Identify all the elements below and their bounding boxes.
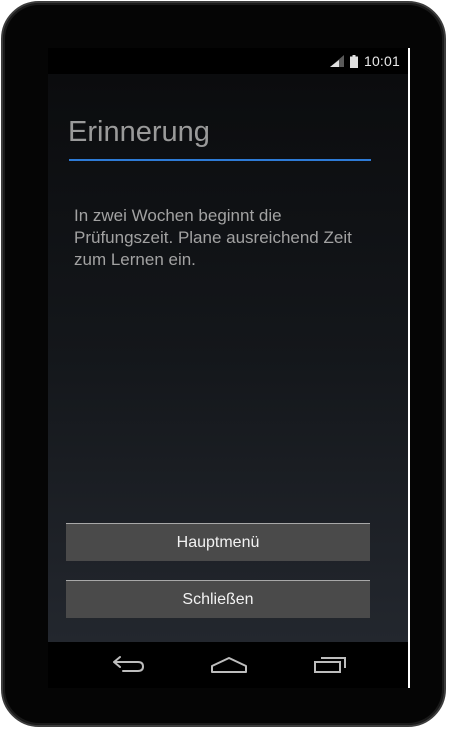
recent-apps-icon [314, 657, 346, 673]
title-divider [69, 159, 371, 161]
back-button[interactable] [105, 650, 153, 680]
recent-apps-button[interactable] [306, 650, 354, 680]
back-icon [113, 656, 144, 672]
dialog-title: Erinnerung [68, 116, 210, 148]
navigation-bar [48, 642, 408, 688]
device-frame: 10:01 Erinnerung In zwei Wochen beginnt … [1, 1, 446, 727]
status-clock: 10:01 [363, 53, 400, 69]
close-button[interactable]: Schließen [66, 580, 370, 618]
battery-icon [349, 54, 358, 68]
dialog-message: In zwei Wochen beginnt die Prüfungszeit.… [74, 206, 352, 269]
status-icons: 10:01 [329, 53, 400, 69]
status-bar: 10:01 [48, 48, 408, 74]
home-icon [211, 657, 247, 673]
dialog: Erinnerung In zwei Wochen beginnt die Pr… [48, 74, 408, 642]
screen: 10:01 Erinnerung In zwei Wochen beginnt … [48, 48, 410, 688]
main-menu-button[interactable]: Hauptmenü [66, 523, 370, 561]
signal-icon [329, 55, 344, 67]
home-button[interactable] [205, 650, 253, 680]
